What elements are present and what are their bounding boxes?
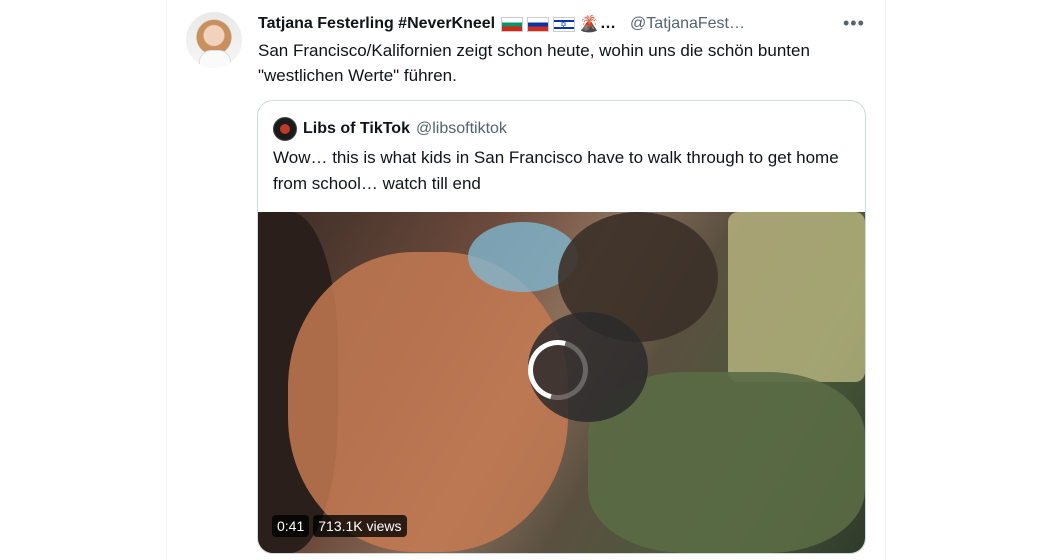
israel-flag-icon: ✡ bbox=[553, 16, 576, 32]
avatar-shirt bbox=[199, 50, 231, 68]
video-badges: 0:41 713.1K views bbox=[272, 515, 407, 537]
author-name[interactable]: Tatjana Festerling #NeverKneel bbox=[258, 15, 495, 33]
russia-flag-icon bbox=[527, 16, 550, 32]
quoted-header: Libs of TikTok @libsoftiktok bbox=[273, 117, 507, 141]
quoted-text: Wow… this is what kids in San Francisco … bbox=[273, 148, 839, 193]
author-handle[interactable]: @TatjanaFest… bbox=[630, 15, 745, 33]
name-ellipsis: … bbox=[600, 15, 617, 32]
video-frame-shape bbox=[728, 212, 865, 382]
more-options-icon[interactable]: ••• bbox=[843, 13, 865, 34]
quoted-author-handle[interactable]: @libsoftiktok bbox=[416, 120, 507, 138]
tweet-text: San Francisco/Kalifornien zeigt schon he… bbox=[258, 41, 810, 85]
video-views: 713.1K views bbox=[313, 515, 407, 537]
volcano-icon: 🌋 bbox=[579, 16, 600, 33]
name-emoji-flags: ✡ bbox=[501, 16, 576, 32]
tweet-header: Tatjana Festerling #NeverKneel ✡ 🌋 … @Ta… bbox=[258, 13, 868, 35]
author-avatar[interactable] bbox=[186, 12, 242, 68]
video-duration: 0:41 bbox=[272, 515, 310, 537]
quoted-author-name[interactable]: Libs of TikTok bbox=[303, 120, 410, 138]
quoted-avatar[interactable] bbox=[273, 117, 297, 141]
quoted-tweet[interactable]: Libs of TikTok @libsoftiktok Wow… this i… bbox=[257, 100, 866, 554]
video-frame-shape bbox=[288, 252, 568, 552]
bulgaria-flag-icon bbox=[501, 16, 524, 32]
video-player[interactable]: 0:41 713.1K views bbox=[258, 212, 865, 553]
